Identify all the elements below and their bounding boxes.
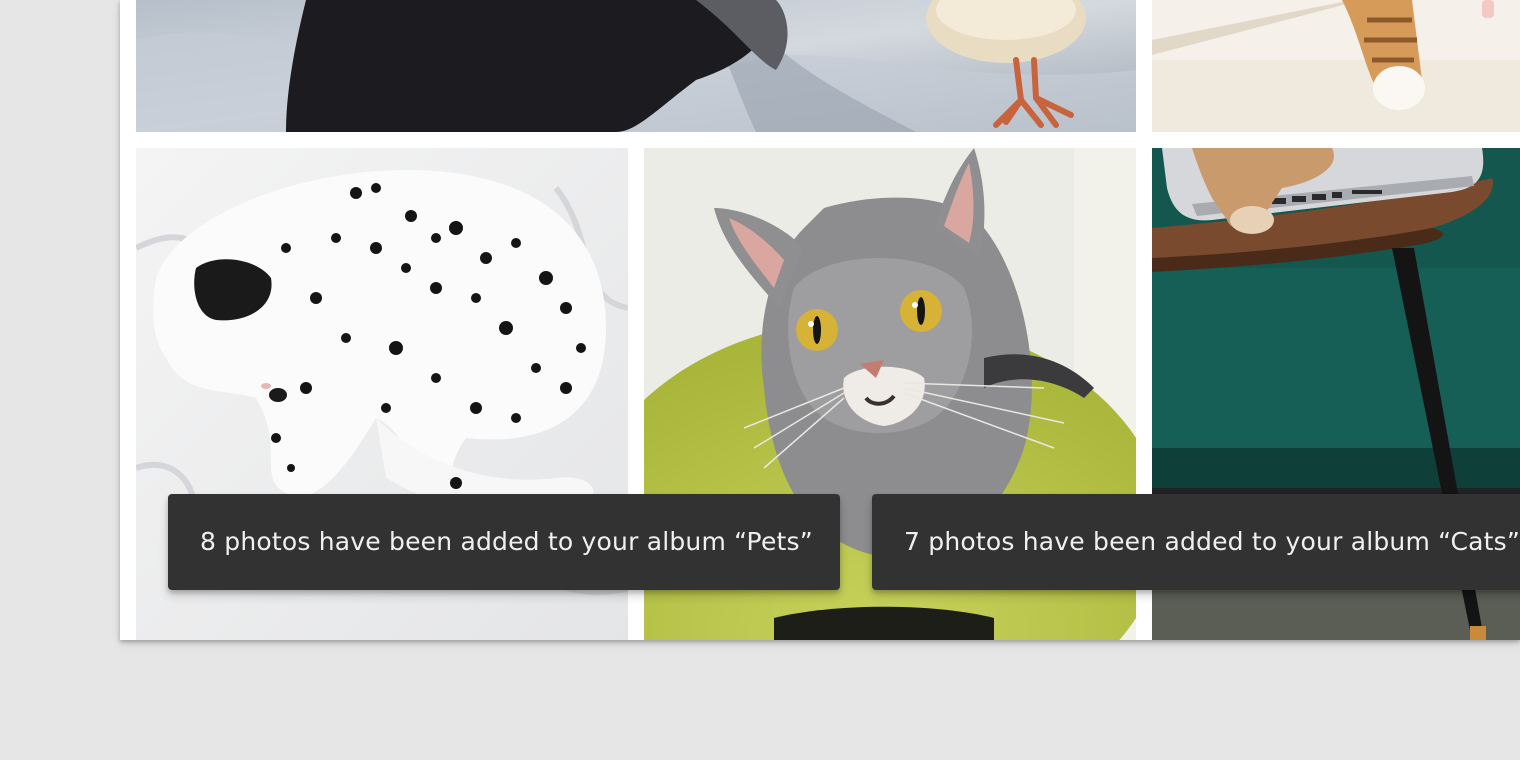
snackbar-message: 8 photos have been added to your album “…: [200, 527, 813, 556]
snackbar-cats: 7 photos have been added to your album “…: [872, 494, 1520, 590]
snackbar-pets: 8 photos have been added to your album “…: [168, 494, 840, 590]
dog-and-chick-photo[interactable]: [136, 0, 1136, 132]
cat-paws-photo[interactable]: [1152, 0, 1520, 132]
snackbar-message: 7 photos have been added to your album “…: [904, 527, 1520, 556]
